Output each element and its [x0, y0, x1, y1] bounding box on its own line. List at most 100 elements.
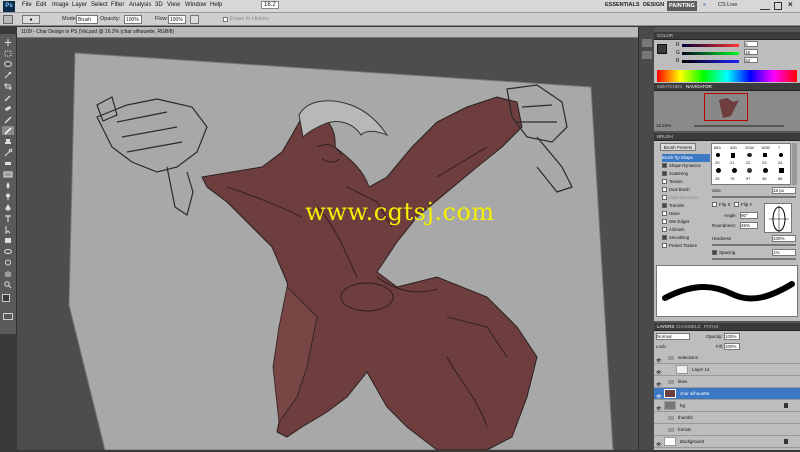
clone-stamp-tool-icon[interactable]: [2, 137, 14, 146]
visibility-eye-icon[interactable]: 👁: [656, 391, 662, 399]
document-canvas[interactable]: [17, 27, 638, 451]
blue-slider[interactable]: [682, 60, 739, 63]
tool-preset-icon[interactable]: [3, 15, 13, 24]
spacing-checkbox[interactable]: Spacing: [712, 250, 735, 256]
green-slider[interactable]: [682, 52, 739, 55]
blend-mode-select[interactable]: Normal: [656, 333, 690, 340]
quick-mask-icon[interactable]: [3, 313, 13, 320]
lasso-tool-icon[interactable]: [2, 60, 14, 69]
visibility-eye-icon[interactable]: 👁: [656, 439, 662, 447]
brush-tip-icon[interactable]: [747, 153, 752, 157]
brush-option-airbrush[interactable]: Airbrush: [662, 226, 710, 234]
brush-tip-icon[interactable]: [716, 153, 720, 157]
tab-navigator[interactable]: NAVIGATOR: [686, 83, 712, 91]
menu-analysis[interactable]: Analysis: [129, 2, 151, 8]
layer-row[interactable]: 👁 Background: [654, 436, 800, 448]
scattering-checkbox[interactable]: [662, 171, 667, 177]
menu-select[interactable]: Select: [91, 2, 108, 8]
spacing-input[interactable]: 1%: [772, 249, 796, 256]
texture-checkbox[interactable]: [662, 179, 667, 185]
hardness-input[interactable]: 100%: [772, 235, 796, 242]
actions-panel-icon[interactable]: [642, 51, 652, 59]
brush-tip-icon[interactable]: [731, 153, 735, 158]
brush-tip-icon[interactable]: [747, 168, 752, 173]
protect-texture-checkbox[interactable]: [662, 243, 667, 249]
brush-tip-icon[interactable]: [763, 153, 767, 157]
layer-opacity-input[interactable]: 100%: [724, 333, 740, 340]
more-workspaces-icon[interactable]: »: [703, 2, 706, 8]
brush-tip-icon[interactable]: [779, 153, 783, 157]
zoom-level[interactable]: 16.2: [261, 1, 279, 9]
layer-row[interactable]: thumbs: [654, 412, 800, 424]
close-icon[interactable]: ×: [788, 0, 793, 9]
brush-tip-icon[interactable]: [716, 168, 721, 173]
brush-panel-title[interactable]: BRUSH: [654, 133, 800, 141]
tab-channels[interactable]: CHANNELS: [676, 323, 701, 331]
crop-tool-icon[interactable]: [2, 82, 14, 91]
brush-option-smoothing[interactable]: Smoothing: [662, 234, 710, 242]
maximize-icon[interactable]: [774, 2, 782, 10]
foreground-swatch[interactable]: [657, 44, 667, 54]
brush-tool-icon[interactable]: [2, 115, 14, 124]
red-value[interactable]: 0: [744, 41, 758, 47]
airbrush-icon[interactable]: [190, 15, 199, 24]
document-tab[interactable]: 1109 - Char Design in PS (VeLpsd @ 16.2%…: [17, 27, 638, 38]
3d-rotate-tool-icon[interactable]: [2, 247, 14, 256]
tab-layers[interactable]: LAYERS: [657, 323, 674, 331]
layer-row[interactable]: 👁 bg: [654, 400, 800, 412]
fill-input[interactable]: 100%: [724, 343, 740, 350]
erase-history-checkbox[interactable]: [223, 17, 228, 22]
brush-option-protect-texture[interactable]: Protect Texture: [662, 242, 710, 250]
color-panel-title[interactable]: COLOR: [654, 32, 800, 40]
menu-filter[interactable]: Filter: [111, 2, 124, 8]
hardness-slider[interactable]: [712, 244, 796, 246]
menu-window[interactable]: Window: [185, 2, 206, 8]
mode-select[interactable]: Brush: [76, 15, 98, 24]
canvas-area[interactable]: [17, 27, 638, 451]
blue-value[interactable]: 33: [744, 57, 758, 63]
brush-option-scattering[interactable]: Scattering: [662, 170, 710, 178]
layer-row[interactable]: 👁 selections: [654, 352, 800, 364]
menu-layer[interactable]: Layer: [72, 2, 87, 8]
brush-tip-icon[interactable]: [779, 168, 784, 173]
eraser-tool-icon[interactable]: [2, 159, 14, 168]
shape-dynamics-checkbox[interactable]: [662, 163, 667, 169]
path-selection-tool-icon[interactable]: [2, 225, 14, 235]
brush-tips-scrollbar[interactable]: [792, 143, 797, 185]
layer-row[interactable]: format: [654, 424, 800, 436]
layer-row[interactable]: 👁 lines: [654, 376, 800, 388]
red-slider[interactable]: [682, 44, 739, 47]
cs-live-button[interactable]: CS Live: [718, 2, 737, 8]
navigator-preview[interactable]: [704, 93, 748, 121]
tab-swatches[interactable]: SWATCHES: [657, 83, 682, 91]
brush-option-tip-shape[interactable]: Brush Tip Shape: [662, 154, 710, 162]
brush-option-dual-brush[interactable]: Dual Brush: [662, 186, 710, 194]
menu-help[interactable]: Help: [210, 2, 222, 8]
size-input[interactable]: 18 px: [772, 187, 796, 194]
airbrush-checkbox[interactable]: [662, 227, 667, 233]
opacity-input[interactable]: 100%: [124, 15, 142, 24]
color-ramp[interactable]: [657, 70, 797, 82]
minimize-icon[interactable]: [760, 2, 770, 10]
blur-tool-icon[interactable]: [2, 181, 14, 190]
brush-option-shape-dynamics[interactable]: Shape Dynamics: [662, 162, 710, 170]
brush-size-picker[interactable]: ●: [22, 15, 40, 24]
spacing-slider[interactable]: [712, 258, 796, 260]
marquee-tool-icon[interactable]: [2, 49, 14, 58]
brush-tip-icon[interactable]: [732, 168, 737, 173]
eyedropper-tool-icon[interactable]: [2, 93, 14, 102]
layer-row[interactable]: 👁 Layer 14: [654, 364, 800, 376]
navigator-zoom-slider[interactable]: [694, 125, 784, 127]
brush-tip-icon[interactable]: [763, 168, 768, 173]
brush-tool-active-icon[interactable]: [2, 126, 14, 135]
menu-file[interactable]: File: [22, 2, 32, 8]
zoom-tool-icon[interactable]: [2, 280, 14, 289]
foreground-color-swatch[interactable]: [2, 294, 10, 302]
quick-select-tool-icon[interactable]: [2, 71, 14, 80]
visibility-eye-icon[interactable]: 👁: [656, 355, 662, 363]
smoothing-checkbox[interactable]: [662, 235, 667, 241]
menu-3d[interactable]: 3D: [155, 2, 163, 8]
workspace-painting[interactable]: PAINTING: [667, 1, 697, 11]
menu-image[interactable]: Image: [52, 2, 69, 8]
healing-brush-tool-icon[interactable]: [2, 104, 14, 113]
